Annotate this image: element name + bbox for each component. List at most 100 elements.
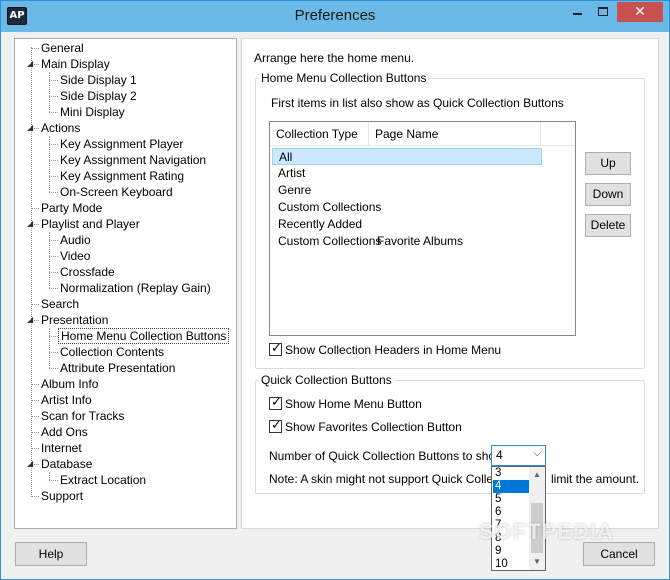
cancel-button[interactable]: Cancel <box>583 542 655 566</box>
show-favorites-checkbox[interactable]: ✓ <box>269 418 282 433</box>
tree-item-presentation[interactable]: Presentation <box>39 312 110 328</box>
tree-item-database[interactable]: Database <box>39 456 94 472</box>
dropdown-option[interactable]: 4 <box>493 480 529 493</box>
watermark-logo: SOFTPEDIA <box>479 519 614 544</box>
dropdown-option[interactable]: 9 <box>493 545 529 558</box>
tree-connector <box>31 384 39 385</box>
tree-item-side-display-2[interactable]: Side Display 2 <box>58 88 139 104</box>
tree-connector <box>49 112 58 113</box>
tree-item-album-info[interactable]: Album Info <box>39 376 100 392</box>
quick-count-value: 4 <box>496 448 503 462</box>
tree-item-normalization-replay-gain[interactable]: Normalization (Replay Gain) <box>58 280 213 296</box>
minimize-button[interactable] <box>564 2 590 22</box>
tree-item-internet[interactable]: Internet <box>39 440 84 456</box>
tree-item-playlist-and-player[interactable]: Playlist and Player <box>39 216 142 232</box>
preferences-tree[interactable]: General ◢ Main Display Side Display 1 Side D… <box>14 38 237 529</box>
tree-item-attribute-presentation[interactable]: Attribute Presentation <box>58 360 177 376</box>
dropdown-option[interactable]: 5 <box>493 493 529 506</box>
tree-connector <box>31 496 39 497</box>
note-prefix: Note: A skin might not support Quick Col… <box>269 472 519 486</box>
show-favorites-row[interactable]: ✓ Show Favorites Collection Button <box>269 418 462 436</box>
tree-item-scan-for-tracks[interactable]: Scan for Tracks <box>39 408 126 424</box>
tree-item-actions[interactable]: Actions <box>39 120 82 136</box>
tree-connector <box>49 328 50 368</box>
tree-item-mini-display[interactable]: Mini Display <box>58 104 127 120</box>
tree-item-general[interactable]: General <box>39 40 86 56</box>
scroll-down-icon[interactable]: ▼ <box>529 554 545 570</box>
tree-item-party-mode[interactable]: Party Mode <box>39 200 104 216</box>
expand-arrow-icon[interactable]: ◢ <box>27 220 35 228</box>
quick-count-select[interactable]: 4 ⌵ <box>491 445 546 466</box>
tree-connector <box>49 80 58 81</box>
checkmark-icon: ✓ <box>271 418 282 433</box>
show-home-menu-button-row[interactable]: ✓ Show Home Menu Button <box>269 395 422 413</box>
tree-item-collection-contents[interactable]: Collection Contents <box>58 344 166 360</box>
cell-page-name: Favorite Albums <box>377 234 464 248</box>
tree-connector <box>49 144 58 145</box>
tree-item-artist-info[interactable]: Artist Info <box>39 392 94 408</box>
checkmark-icon: ✓ <box>271 341 282 356</box>
cell-collection-type: All <box>279 150 293 164</box>
down-button[interactable]: Down <box>585 183 631 206</box>
home-menu-group-title: Home Menu Collection Buttons <box>259 71 429 85</box>
show-home-menu-button-label: Show Home Menu Button <box>285 397 422 411</box>
column-page-name[interactable]: Page Name <box>369 122 541 146</box>
tree-item-crossfade[interactable]: Crossfade <box>58 264 117 280</box>
list-item[interactable]: Recently Added <box>272 216 542 233</box>
tree-item-side-display-1[interactable]: Side Display 1 <box>58 72 139 88</box>
tree-connector <box>49 160 58 161</box>
list-item[interactable]: Artist <box>272 165 542 182</box>
tree-connector <box>31 432 39 433</box>
tree-item-main-display[interactable]: Main Display <box>39 56 112 72</box>
up-button[interactable]: Up <box>585 152 631 175</box>
dropdown-option[interactable]: 10 <box>493 558 529 570</box>
expand-arrow-icon[interactable]: ◢ <box>27 60 35 68</box>
tree-item-key-assignment-player[interactable]: Key Assignment Player <box>58 136 185 152</box>
maximize-icon <box>598 7 608 16</box>
tree-connector <box>31 48 39 49</box>
scroll-up-icon[interactable]: ▲ <box>529 467 545 483</box>
tree-item-extract-location[interactable]: Extract Location <box>58 472 148 488</box>
tree-item-add-ons[interactable]: Add Ons <box>39 424 90 440</box>
delete-button[interactable]: Delete <box>585 214 631 237</box>
maximize-button[interactable] <box>590 2 616 22</box>
tree-connector <box>49 192 58 193</box>
tree-item-audio[interactable]: Audio <box>58 232 93 248</box>
help-button[interactable]: Help <box>15 542 87 566</box>
tree-connector <box>31 304 39 305</box>
column-collection-type[interactable]: Collection Type <box>270 122 369 146</box>
tree-item-search[interactable]: Search <box>39 296 81 312</box>
tree-item-key-assignment-navigation[interactable]: Key Assignment Navigation <box>58 152 208 168</box>
tree-connector <box>49 288 58 289</box>
tree-item-home-menu-collection-buttons[interactable]: Home Menu Collection Buttons <box>58 328 230 344</box>
tree-item-key-assignment-rating[interactable]: Key Assignment Rating <box>58 168 186 184</box>
tree-connector <box>31 416 39 417</box>
show-home-menu-button-checkbox[interactable]: ✓ <box>269 395 282 410</box>
dropdown-option[interactable]: 6 <box>493 506 529 519</box>
tree-connector <box>31 47 32 495</box>
dropdown-option[interactable]: 3 <box>493 467 529 480</box>
show-headers-label: Show Collection Headers in Home Menu <box>285 343 502 357</box>
preferences-window: AP Preferences ✕ General ◢ Main Display Sid… <box>0 0 670 580</box>
tree-item-video[interactable]: Video <box>58 248 92 264</box>
title-bar[interactable]: AP Preferences ✕ <box>1 1 669 32</box>
expand-arrow-icon[interactable]: ◢ <box>27 124 35 132</box>
tree-connector <box>49 472 50 480</box>
list-item[interactable]: Custom Collections <box>272 199 542 216</box>
expand-arrow-icon[interactable]: ◢ <box>27 316 35 324</box>
tree-item-support[interactable]: Support <box>39 488 85 504</box>
list-item[interactable]: All <box>272 148 542 165</box>
cell-collection-type: Recently Added <box>278 217 363 231</box>
list-item[interactable]: Custom Collections Favorite Albums <box>272 233 542 250</box>
show-headers-checkbox[interactable]: ✓ <box>269 341 282 356</box>
tree-connector <box>49 336 58 337</box>
close-icon: ✕ <box>634 3 646 19</box>
quick-hint-text: First items in list also show as Quick C… <box>271 96 564 110</box>
tree-item-on-screen-keyboard[interactable]: On-Screen Keyboard <box>58 184 175 200</box>
show-headers-checkbox-row[interactable]: ✓ Show Collection Headers in Home Menu <box>269 341 502 359</box>
expand-arrow-icon[interactable]: ◢ <box>27 460 35 468</box>
checkmark-icon: ✓ <box>271 395 282 410</box>
close-button[interactable]: ✕ <box>617 2 663 22</box>
list-item[interactable]: Genre <box>272 182 542 199</box>
collection-list[interactable]: Collection Type Page Name All Artist Genre… <box>269 121 576 336</box>
